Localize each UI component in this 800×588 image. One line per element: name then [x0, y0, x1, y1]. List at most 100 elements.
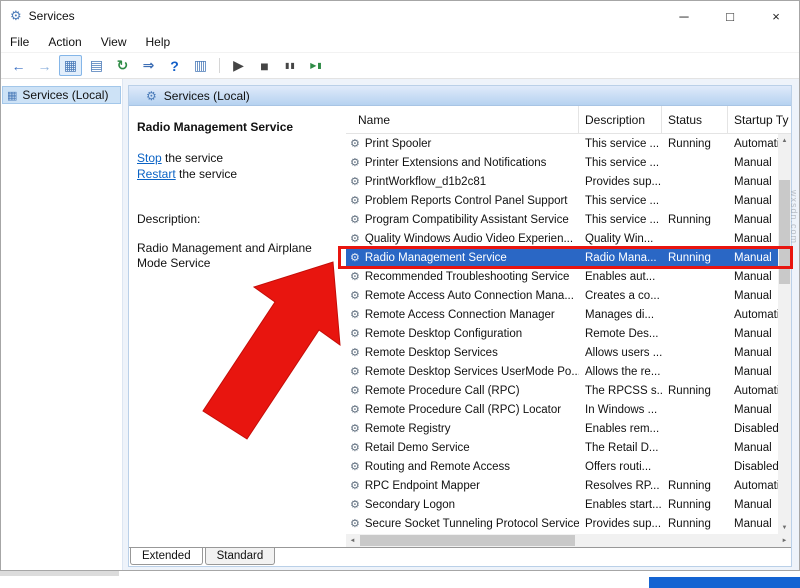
service-status: Running: [662, 252, 728, 264]
pause-service-icon[interactable]: ▮▮: [279, 55, 302, 76]
service-row[interactable]: ⚙Retail Demo ServiceThe Retail D...Manua…: [346, 438, 791, 457]
column-header-status[interactable]: Status: [662, 106, 728, 133]
save-list-icon[interactable]: ⇒: [137, 55, 160, 76]
service-description: Radio Mana...: [579, 252, 662, 264]
service-gear-icon: ⚙: [350, 498, 360, 511]
selected-service-title: Radio Management Service: [137, 119, 338, 135]
tree-item-services-local[interactable]: ▦ Services (Local): [2, 86, 121, 104]
stop-service-link[interactable]: Stop: [137, 151, 162, 165]
forward-icon[interactable]: →: [33, 55, 56, 76]
show-console-tree-icon[interactable]: ▦: [59, 55, 82, 76]
watermark: wxsdn.com: [789, 190, 799, 244]
service-row[interactable]: ⚙Remote Desktop ServicesAllows users ...…: [346, 343, 791, 362]
service-gear-icon: ⚙: [350, 403, 360, 416]
menu-view[interactable]: View: [101, 35, 127, 49]
service-row[interactable]: ⚙ Radio Management Service Radio Mana...Ru…: [346, 248, 791, 267]
screen: ⚙ Services ─ □ × FileActionViewHelp ←→▦▤…: [0, 0, 800, 588]
restart-service-icon[interactable]: ▶▮: [305, 55, 328, 76]
console-root-icon: ▦: [7, 89, 17, 102]
service-gear-icon: ⚙: [350, 137, 360, 150]
export-list-icon[interactable]: ▤: [85, 55, 108, 76]
minimize-button[interactable]: ─: [661, 1, 707, 31]
scroll-down-icon[interactable]: ▼: [778, 521, 791, 534]
bottom-blue-bar: [649, 577, 800, 588]
scroll-right-icon[interactable]: ►: [778, 534, 791, 547]
service-description: Provides sup...: [579, 518, 662, 530]
list-header: NameDescriptionStatusStartup Ty: [346, 106, 791, 134]
view-menu-icon[interactable]: ▥: [189, 55, 212, 76]
start-service-icon[interactable]: ▶: [227, 55, 250, 76]
service-row[interactable]: ⚙Remote Procedure Call (RPC)The RPCSS s.…: [346, 381, 791, 400]
maximize-button[interactable]: □: [707, 1, 753, 31]
close-button[interactable]: ×: [753, 1, 799, 31]
service-row[interactable]: ⚙Remote Desktop Services UserMode Po...A…: [346, 362, 791, 381]
help-icon[interactable]: ?: [163, 55, 186, 76]
service-name: Remote Access Auto Connection Mana...: [365, 290, 574, 302]
service-gear-icon: ⚙: [350, 251, 360, 264]
service-row[interactable]: ⚙Secondary LogonEnables start...RunningM…: [346, 495, 791, 514]
service-name-cell: ⚙Remote Procedure Call (RPC) Locator: [346, 403, 579, 416]
service-row[interactable]: ⚙Program Compatibility Assistant Service…: [346, 210, 791, 229]
service-row[interactable]: ⚙Recommended Troubleshooting ServiceEnab…: [346, 267, 791, 286]
service-row[interactable]: ⚙Routing and Remote AccessOffers routi..…: [346, 457, 791, 476]
service-row[interactable]: ⚙Remote Access Auto Connection Mana...Cr…: [346, 286, 791, 305]
horizontal-scrollbar[interactable]: ◄ ►: [346, 534, 791, 547]
service-list: NameDescriptionStatusStartup Ty ⚙Print S…: [346, 106, 791, 547]
service-name-cell: ⚙Remote Desktop Services: [346, 346, 579, 359]
column-header-description[interactable]: Description: [579, 106, 662, 133]
service-rows: ⚙Print SpoolerThis service ...RunningAut…: [346, 134, 791, 533]
service-description: Enables aut...: [579, 271, 662, 283]
service-row[interactable]: ⚙Remote Desktop ConfigurationRemote Des.…: [346, 324, 791, 343]
service-name-cell: ⚙Printer Extensions and Notifications: [346, 156, 579, 169]
tab-extended[interactable]: Extended: [130, 548, 203, 565]
service-name-cell: ⚙Retail Demo Service: [346, 441, 579, 454]
restart-service-suffix: the service: [176, 167, 237, 181]
service-gear-icon: ⚙: [350, 194, 360, 207]
column-header-name[interactable]: Name: [346, 106, 579, 133]
service-gear-icon: ⚙: [350, 289, 360, 302]
menu-action[interactable]: Action: [48, 35, 81, 49]
tab-strip: ExtendedStandard: [129, 547, 791, 566]
stop-service-line: Stop the service: [137, 150, 338, 166]
toolbar: ←→▦▤↻⇒?▥ ▶■▮▮▶▮: [1, 52, 799, 79]
service-row[interactable]: ⚙PrintWorkflow_d1b2c81Provides sup...Man…: [346, 172, 791, 191]
service-name-cell: ⚙PrintWorkflow_d1b2c81: [346, 175, 579, 188]
panel-header-title: Services (Local): [164, 89, 250, 103]
service-name-cell: ⚙Problem Reports Control Panel Support: [346, 194, 579, 207]
menu-help[interactable]: Help: [146, 35, 171, 49]
service-row[interactable]: ⚙Remote Access Connection ManagerManages…: [346, 305, 791, 324]
menu-file[interactable]: File: [10, 35, 29, 49]
service-name: Printer Extensions and Notifications: [365, 157, 547, 169]
title-bar: ⚙ Services ─ □ ×: [1, 1, 799, 31]
scroll-up-icon[interactable]: ▲: [778, 134, 791, 147]
stop-service-suffix: the service: [162, 151, 223, 165]
service-row[interactable]: ⚙Secure Socket Tunneling Protocol Servic…: [346, 514, 791, 533]
service-row[interactable]: ⚙Print SpoolerThis service ...RunningAut…: [346, 134, 791, 153]
service-name-cell: ⚙Remote Desktop Configuration: [346, 327, 579, 340]
column-header-startup-ty[interactable]: Startup Ty: [728, 106, 791, 133]
service-description: Allows users ...: [579, 347, 662, 359]
service-gear-icon: ⚙: [350, 270, 360, 283]
back-icon[interactable]: ←: [7, 55, 30, 76]
menu-bar: File Action View Help: [1, 31, 799, 52]
stop-service-icon[interactable]: ■: [253, 55, 276, 76]
service-name-cell: ⚙Secure Socket Tunneling Protocol Servic…: [346, 517, 579, 530]
horizontal-scroll-thumb[interactable]: [360, 535, 575, 546]
tab-standard[interactable]: Standard: [205, 548, 276, 565]
service-name-cell: ⚙Remote Procedure Call (RPC): [346, 384, 579, 397]
service-row[interactable]: ⚙Remote RegistryEnables rem...Disabled: [346, 419, 791, 438]
service-name: Remote Procedure Call (RPC): [365, 385, 520, 397]
service-description: Quality Win...: [579, 233, 662, 245]
service-row[interactable]: ⚙Quality Windows Audio Video Experien...…: [346, 229, 791, 248]
refresh-icon[interactable]: ↻: [111, 55, 134, 76]
service-gear-icon: ⚙: [350, 232, 360, 245]
service-row[interactable]: ⚙Printer Extensions and NotificationsThi…: [346, 153, 791, 172]
service-row[interactable]: ⚙RPC Endpoint MapperResolves RP...Runnin…: [346, 476, 791, 495]
service-description: Provides sup...: [579, 176, 662, 188]
restart-service-link[interactable]: Restart: [137, 167, 176, 181]
service-row[interactable]: ⚙Problem Reports Control Panel SupportTh…: [346, 191, 791, 210]
scroll-left-icon[interactable]: ◄: [346, 534, 359, 547]
service-description: Manages di...: [579, 309, 662, 321]
service-row[interactable]: ⚙Remote Procedure Call (RPC) LocatorIn W…: [346, 400, 791, 419]
service-name: Radio Management Service: [365, 252, 507, 264]
